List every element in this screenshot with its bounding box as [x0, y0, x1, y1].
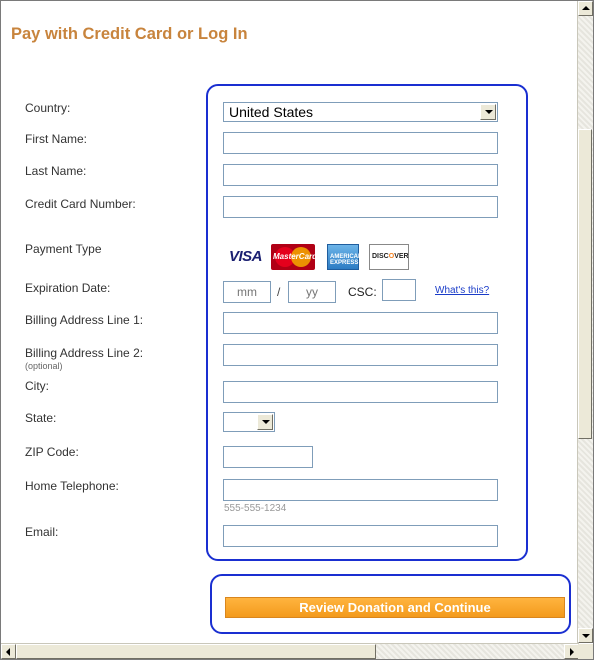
vertical-scrollbar[interactable]: [577, 1, 593, 643]
review-donation-button[interactable]: Review Donation and Continue: [225, 597, 565, 618]
vertical-scroll-thumb[interactable]: [578, 129, 592, 439]
scroll-right-icon[interactable]: [564, 644, 579, 659]
email-label: Email:: [25, 525, 59, 539]
scroll-left-icon[interactable]: [1, 644, 16, 659]
last-name-label: Last Name:: [25, 164, 87, 178]
zip-label: ZIP Code:: [25, 445, 79, 459]
city-label: City:: [25, 379, 49, 393]
state-label: State:: [25, 411, 57, 425]
billing-line2-label: Billing Address Line 2: (optional): [25, 346, 143, 371]
page-title: Pay with Credit Card or Log In: [11, 25, 248, 43]
first-name-label: First Name:: [25, 132, 88, 146]
expiration-label: Expiration Date:: [25, 281, 111, 295]
payment-form-frame: Pay with Credit Card or Log In Country: …: [0, 0, 594, 660]
mastercard-text: MasterCard: [273, 252, 318, 261]
scroll-down-icon[interactable]: [578, 628, 593, 643]
horizontal-scroll-thumb[interactable]: [16, 644, 376, 659]
form-fields-highlight: [206, 84, 528, 561]
scroll-up-icon[interactable]: [578, 1, 593, 16]
country-label: Country:: [25, 101, 71, 115]
payment-type-label: Payment Type: [25, 242, 102, 256]
billing-line2-label-text: Billing Address Line 2:: [25, 346, 144, 360]
horizontal-scrollbar[interactable]: [1, 643, 579, 659]
scrollbar-corner: [578, 644, 593, 659]
phone-label: Home Telephone:: [25, 479, 119, 493]
billing-line1-label: Billing Address Line 1:: [25, 313, 144, 327]
optional-note: (optional): [25, 361, 63, 371]
card-number-label: Credit Card Number:: [25, 197, 136, 211]
